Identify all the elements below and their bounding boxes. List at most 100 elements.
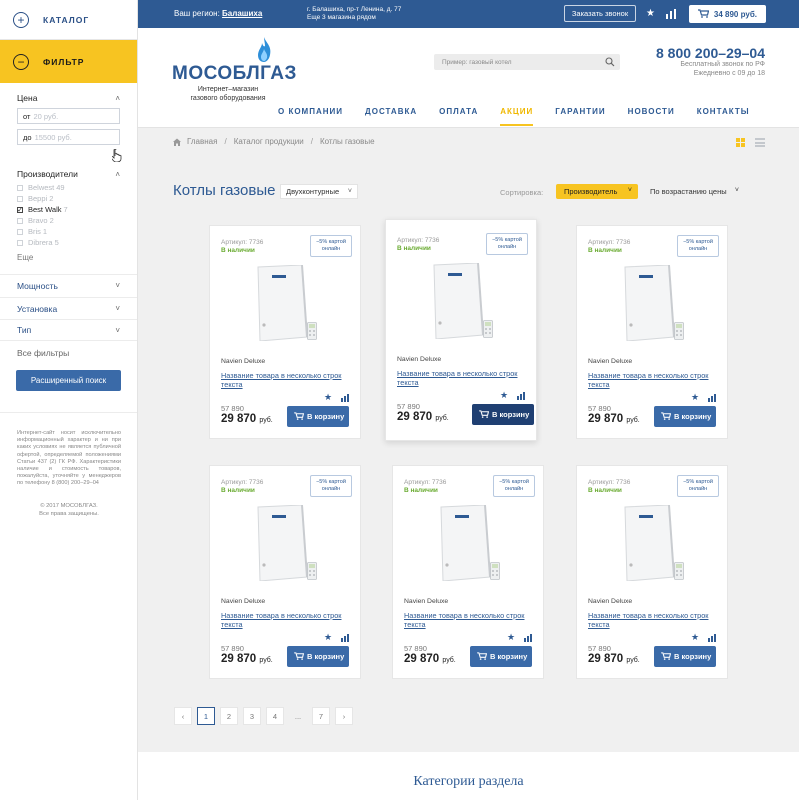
page-4-button[interactable]: 4 xyxy=(266,707,284,725)
manufacturer-name: Belwest xyxy=(28,183,55,192)
price-from-input[interactable]: от 20 руб. xyxy=(17,108,120,124)
add-to-cart-button[interactable]: В корзину xyxy=(470,646,532,667)
page-7-button[interactable]: 7 xyxy=(312,707,330,725)
bar-chart-icon[interactable] xyxy=(341,634,349,642)
nav-contacts[interactable]: КОНТАКТЫ xyxy=(697,107,750,126)
product-image[interactable] xyxy=(428,263,484,339)
product-card[interactable]: Артикул: 7736 В наличии −5% картой онлайн N… xyxy=(576,465,728,679)
sort-by-select[interactable]: Производитель ˅ xyxy=(556,184,638,199)
product-name-link[interactable]: Название товара в несколько строк текста xyxy=(397,369,527,387)
price-section-header[interactable]: Цена ˄ xyxy=(0,93,137,103)
manufacturers-section-header[interactable]: Производители ˄ xyxy=(0,169,137,179)
cart-button[interactable]: 34 890 руб. xyxy=(689,5,766,23)
checkbox[interactable] xyxy=(17,195,23,202)
type-filter-select[interactable]: Двухконтурные ˅ xyxy=(280,184,358,199)
product-image[interactable] xyxy=(619,505,675,581)
prev-page-button[interactable]: ‹ xyxy=(174,707,192,725)
next-page-button[interactable]: › xyxy=(335,707,353,725)
checkbox[interactable] xyxy=(17,217,23,224)
bar-chart-icon[interactable] xyxy=(341,394,349,402)
breadcrumb-home[interactable]: Главная xyxy=(187,137,217,146)
add-to-cart-button[interactable]: В корзину xyxy=(287,406,349,427)
site-logo[interactable]: МОСОБЛГАЗ xyxy=(172,63,297,85)
bar-chart-icon[interactable] xyxy=(708,634,716,642)
price-to-input[interactable]: до 15500 руб. xyxy=(17,129,120,145)
filter-section-type[interactable]: Тип ˅ xyxy=(0,319,137,341)
add-to-cart-button[interactable]: В корзину xyxy=(654,646,716,667)
add-to-cart-button[interactable]: В корзину xyxy=(654,406,716,427)
manufacturer-option[interactable]: ✓ Best Walk 7 xyxy=(17,204,120,215)
bar-chart-icon[interactable] xyxy=(666,9,676,19)
product-card[interactable]: Артикул: 7736 В наличии −5% картой онлайн N… xyxy=(392,465,544,679)
bar-chart-icon[interactable] xyxy=(524,634,532,642)
star-icon[interactable]: ★ xyxy=(507,632,515,643)
checkbox[interactable] xyxy=(17,184,23,191)
region-selector[interactable]: Ваш регион: Балашиха xyxy=(174,9,262,18)
product-name-link[interactable]: Название товара в несколько строк текста xyxy=(221,611,351,629)
add-to-cart-button[interactable]: В корзину xyxy=(287,646,349,667)
manufacturers-more-link[interactable]: Еще xyxy=(0,253,137,262)
checkbox-checked[interactable]: ✓ xyxy=(17,206,23,214)
product-brand: Navien Deluxe xyxy=(588,598,633,605)
filter-section-installation[interactable]: Установка ˅ xyxy=(0,297,137,319)
star-icon[interactable]: ★ xyxy=(691,392,699,403)
stock-status: В наличии xyxy=(221,487,255,494)
product-card[interactable]: Артикул: 7736 В наличии −5% картой онлайн N… xyxy=(576,225,728,439)
bar-chart-icon[interactable] xyxy=(708,394,716,402)
star-icon[interactable]: ★ xyxy=(691,632,699,643)
product-card[interactable]: Артикул: 7736 В наличии −5% картой онлайн N… xyxy=(209,465,361,679)
nav-warranty[interactable]: ГАРАНТИИ xyxy=(555,107,605,126)
product-image[interactable] xyxy=(252,265,308,341)
sort-order-select[interactable]: По возрастанию цены ˅ xyxy=(645,184,745,199)
phone-number[interactable]: 8 800 200–29–04 xyxy=(656,45,765,61)
more-stores-link[interactable]: Еще 3 магазина рядом xyxy=(307,14,401,22)
nav-payment[interactable]: ОПЛАТА xyxy=(439,107,478,126)
page-2-button[interactable]: 2 xyxy=(220,707,238,725)
star-icon[interactable]: ★ xyxy=(324,392,332,403)
product-remote-image xyxy=(674,562,684,580)
nav-about[interactable]: О КОМПАНИИ xyxy=(278,107,343,126)
manufacturer-option[interactable]: Belwest 49 xyxy=(17,182,120,193)
filter-section-power[interactable]: Мощность ˅ xyxy=(0,274,137,296)
add-to-cart-label: В корзину xyxy=(492,410,530,419)
manufacturer-option[interactable]: Bris 1 xyxy=(17,226,120,237)
product-name-link[interactable]: Название товара в несколько строк текста xyxy=(588,371,718,389)
product-image[interactable] xyxy=(435,505,491,581)
add-to-cart-button[interactable]: В корзину xyxy=(472,404,534,425)
main-nav: О КОМПАНИИ ДОСТАВКА ОПЛАТА АКЦИИ ГАРАНТИ… xyxy=(278,107,772,126)
product-card[interactable]: Артикул: 7736 В наличии −5% картой онлайн N… xyxy=(209,225,361,439)
star-icon[interactable]: ★ xyxy=(324,632,332,643)
bar-chart-icon[interactable] xyxy=(517,392,525,400)
checkbox[interactable] xyxy=(17,239,23,246)
nav-delivery[interactable]: ДОСТАВКА xyxy=(365,107,417,126)
nav-news[interactable]: НОВОСТИ xyxy=(628,107,675,126)
product-name-link[interactable]: Название товара в несколько строк текста xyxy=(588,611,718,629)
home-icon[interactable] xyxy=(173,138,181,146)
filter-toggle[interactable]: − ФИЛЬТР xyxy=(0,40,137,83)
star-icon[interactable]: ★ xyxy=(646,8,655,19)
list-view-icon[interactable] xyxy=(755,138,765,147)
manufacturer-option[interactable]: Beppi 2 xyxy=(17,193,120,204)
search-icon[interactable] xyxy=(605,57,615,67)
region-value[interactable]: Балашиха xyxy=(222,9,262,18)
advanced-search-button[interactable]: Расширенный поиск xyxy=(16,370,121,391)
product-card[interactable]: Артикул: 7736 В наличии −5% картой онлайн N… xyxy=(385,219,537,441)
breadcrumb-separator: / xyxy=(310,137,313,146)
manufacturer-option[interactable]: Dibrera 5 xyxy=(17,237,120,248)
product-name-link[interactable]: Название товара в несколько строк текста xyxy=(404,611,534,629)
product-image[interactable] xyxy=(619,265,675,341)
search-input[interactable]: Пример: газовый котел xyxy=(434,54,620,70)
nav-promotions[interactable]: АКЦИИ xyxy=(500,107,534,126)
page-1-button[interactable]: 1 xyxy=(197,707,215,725)
manufacturer-option[interactable]: Bravo 2 xyxy=(17,215,120,226)
catalog-toggle[interactable]: + КАТАЛОГ xyxy=(0,0,137,40)
callback-button[interactable]: Заказать звонок xyxy=(564,5,636,22)
grid-view-icon[interactable] xyxy=(736,138,745,147)
product-name-link[interactable]: Название товара в несколько строк текста xyxy=(221,371,351,389)
page-3-button[interactable]: 3 xyxy=(243,707,261,725)
product-image[interactable] xyxy=(252,505,308,581)
checkbox[interactable] xyxy=(17,228,23,235)
all-filters-link[interactable]: Все фильтры xyxy=(17,348,69,358)
breadcrumb-catalog[interactable]: Каталог продукции xyxy=(234,137,304,146)
star-icon[interactable]: ★ xyxy=(500,390,508,401)
